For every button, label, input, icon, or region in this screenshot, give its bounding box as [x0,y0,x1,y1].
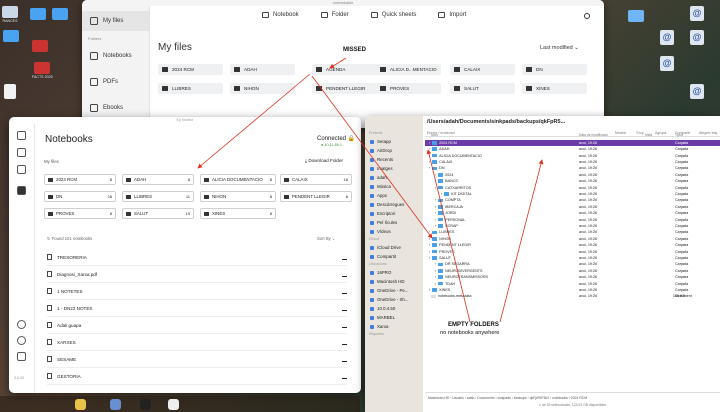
arrow [499,159,544,323]
arrow [426,149,471,323]
annotation-empty-folders: EMPTY FOLDERS [448,322,499,328]
annotation-missed: MISSED [343,47,367,53]
annotation-no-notebooks: no notebooks anywhere [440,330,500,336]
arrow [311,75,433,239]
arrow [329,57,347,69]
annotation-arrows [197,57,544,323]
arrow [197,73,311,169]
